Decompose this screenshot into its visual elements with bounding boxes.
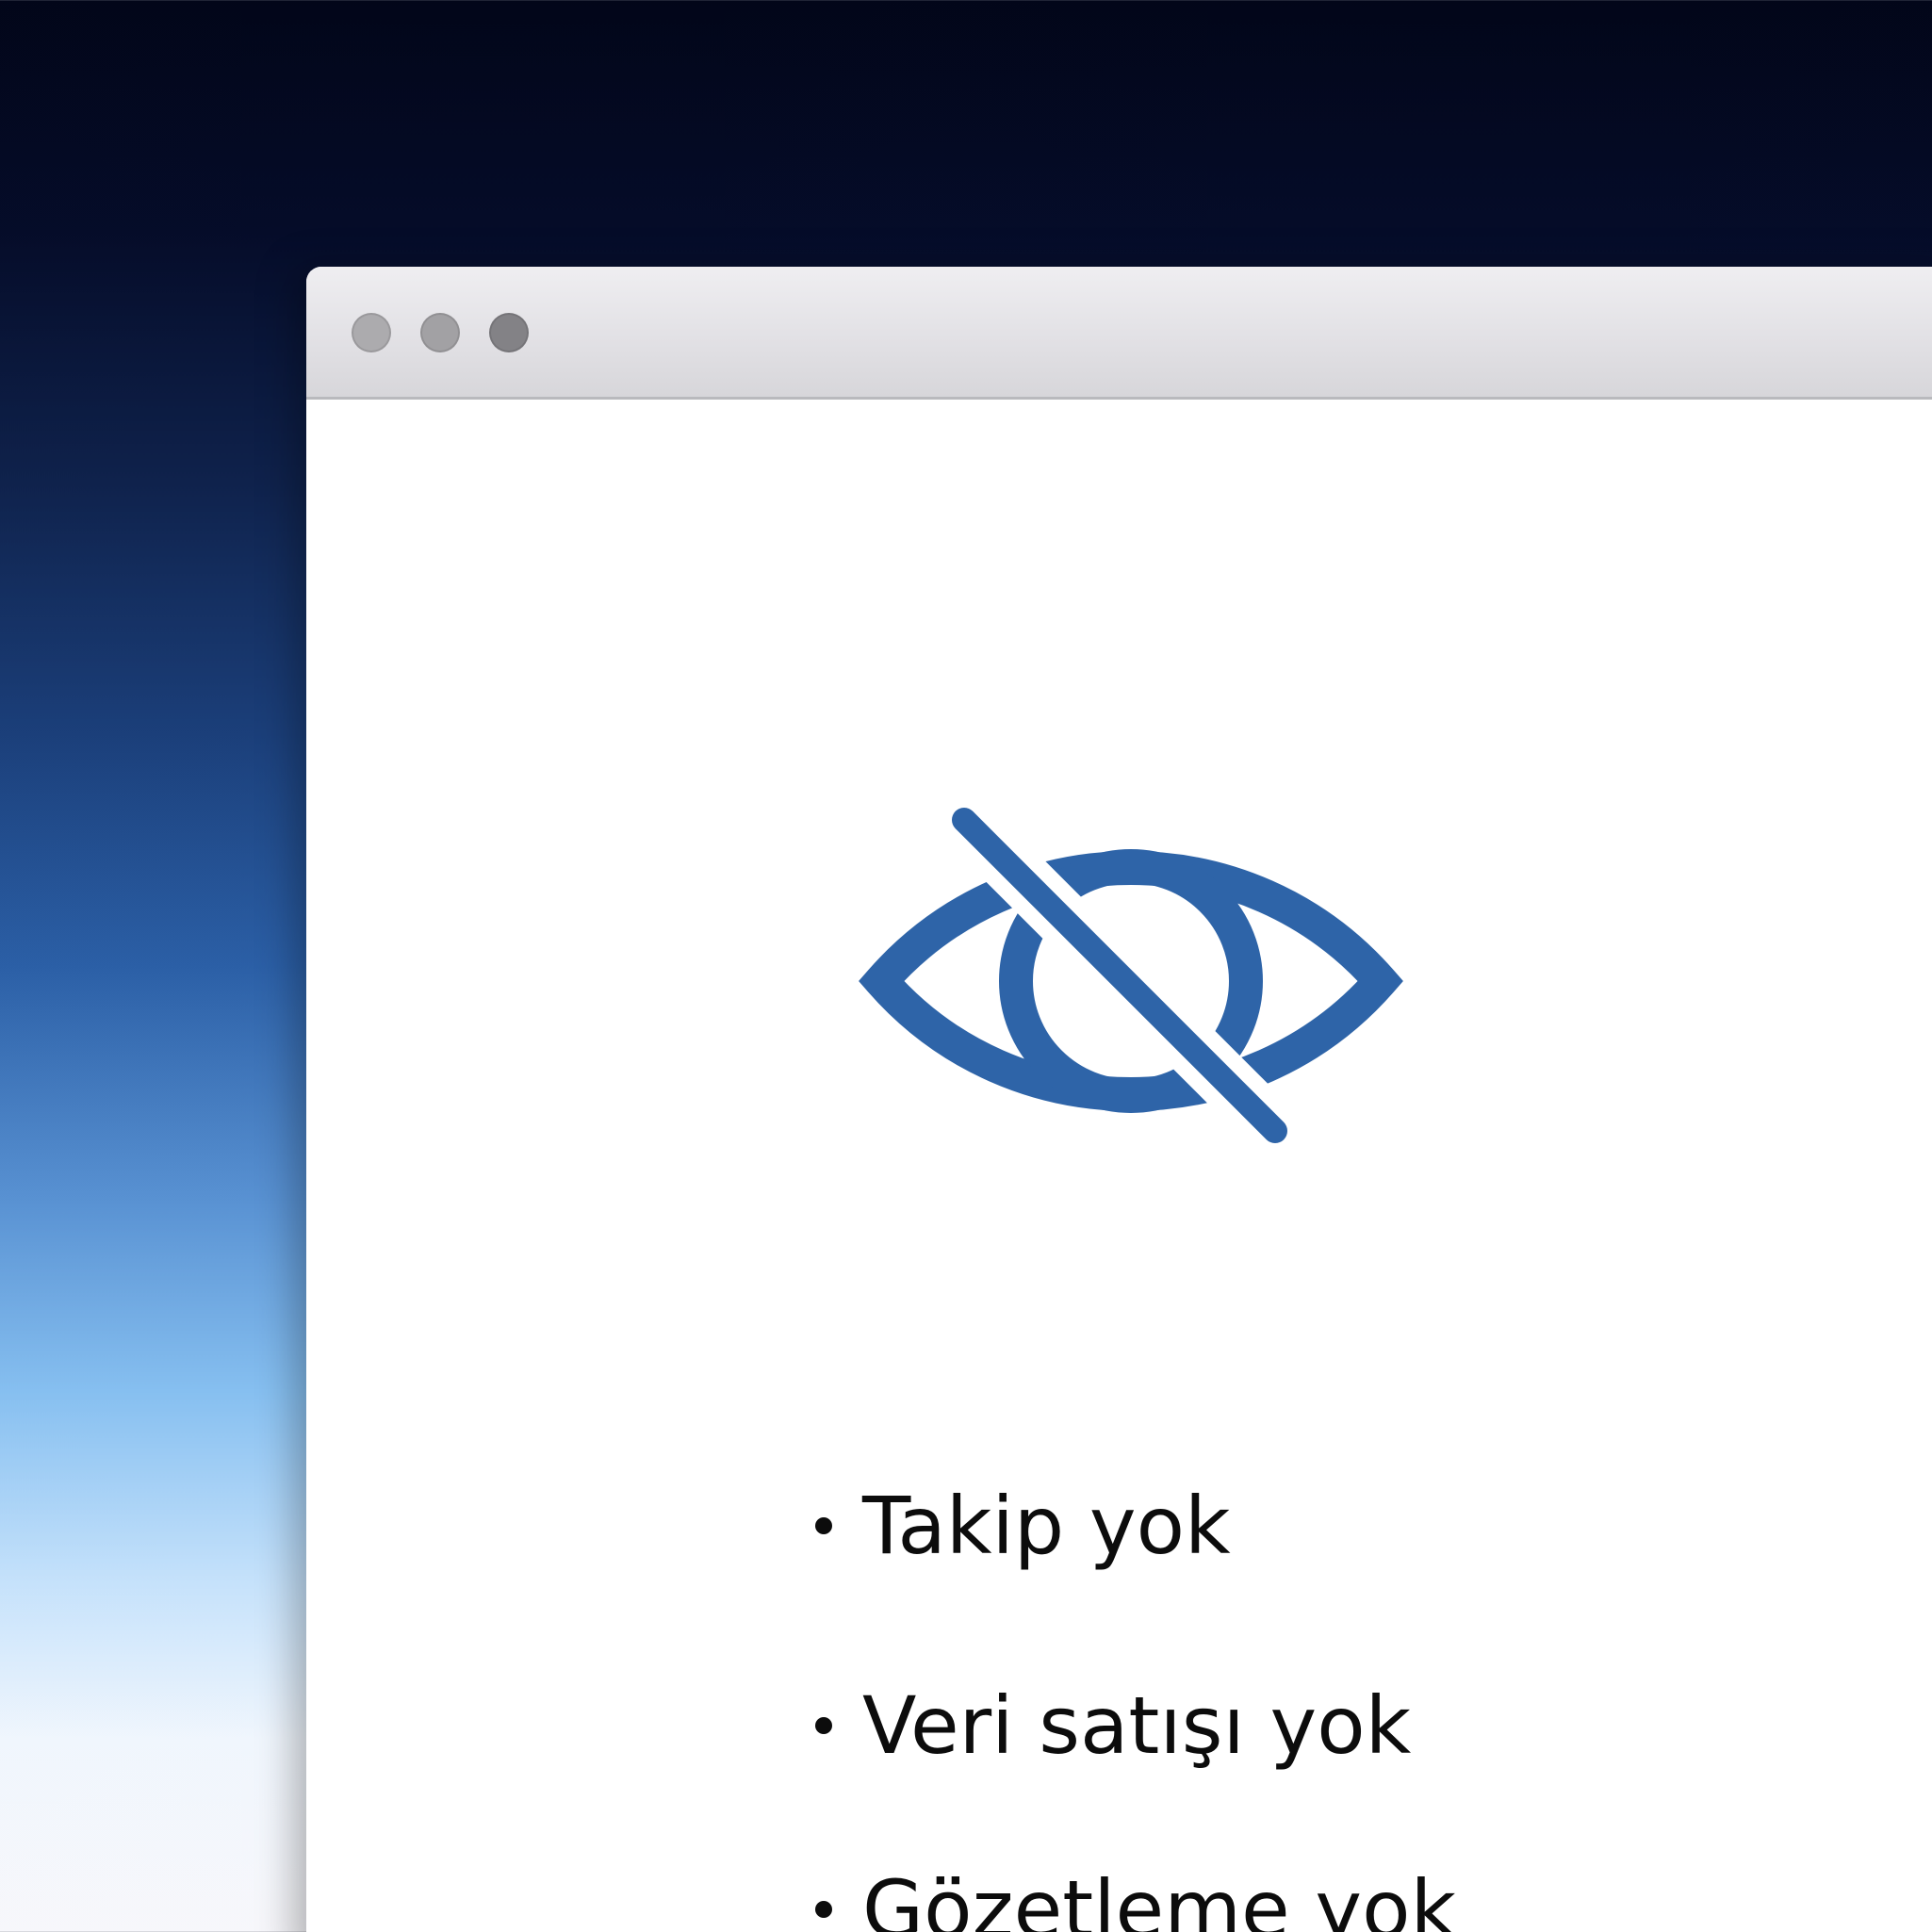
bullet-icon <box>815 1717 832 1734</box>
list-item: Takip yok <box>815 1469 1231 1582</box>
window-content: Takip yok Veri satışı yok Gözetleme yok <box>306 400 1932 1932</box>
list-item: Veri satışı yok <box>815 1669 1411 1782</box>
feature-label: Takip yok <box>862 1480 1231 1572</box>
window-titlebar <box>306 267 1932 400</box>
browser-window: Takip yok Veri satışı yok Gözetleme yok <box>306 267 1932 1932</box>
zoom-button[interactable] <box>489 313 529 352</box>
feature-label: Veri satışı yok <box>862 1679 1412 1772</box>
close-button[interactable] <box>352 313 391 352</box>
eye-slash-icon <box>859 808 1403 1143</box>
bullet-icon <box>815 1517 832 1534</box>
bullet-icon <box>815 1901 832 1918</box>
minimize-button[interactable] <box>420 313 460 352</box>
feature-label: Gözetleme yok <box>862 1863 1457 1932</box>
list-item: Gözetleme yok <box>815 1853 1456 1932</box>
